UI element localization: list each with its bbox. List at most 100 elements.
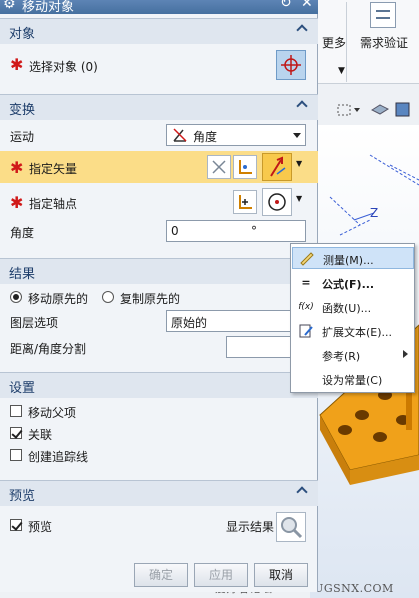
point-dialog-button[interactable] — [233, 190, 257, 214]
menu-item-function[interactable]: f(x) 函数(U)... — [292, 296, 414, 318]
result-section-title: 结果 — [9, 267, 36, 282]
menu-item-label: 设为常量(C) — [322, 374, 383, 387]
plate-hole — [373, 432, 387, 442]
collapse-chevron-icon[interactable] — [297, 486, 307, 496]
move-parent-row[interactable]: 移动父项 — [0, 402, 318, 422]
vector-options-arrow-icon[interactable]: ▼ — [296, 159, 302, 168]
shade-icon[interactable] — [370, 104, 390, 115]
reverse-direction-icon — [212, 160, 226, 174]
inferred-point-button[interactable] — [262, 188, 292, 216]
preview-section-header[interactable]: 预览 — [0, 480, 318, 506]
object-section-title: 对象 — [9, 27, 36, 42]
csys-axis-line — [339, 219, 371, 236]
associative-label[interactable]: 关联 — [28, 426, 52, 443]
select-object-row[interactable]: ✱ 选择对象 (0) — [0, 48, 318, 82]
close-icon[interactable]: ✕ — [301, 0, 313, 11]
reverse-direction-button[interactable] — [207, 155, 231, 179]
toolbar-caret-icon[interactable] — [354, 108, 360, 112]
transform-section-title: 变换 — [9, 103, 36, 118]
cancel-button[interactable]: 取消 — [254, 563, 308, 587]
angle-value: 0 — [171, 224, 179, 238]
result-options-row: 移动原先的 复制原先的 — [0, 288, 318, 308]
copy-original-label[interactable]: 复制原先的 — [120, 290, 180, 307]
create-trace-row[interactable]: 创建追踪线 — [0, 446, 318, 466]
view-toolbar-icons — [337, 102, 410, 117]
apply-button[interactable]: 应用 — [194, 563, 248, 587]
csys-axis-line — [329, 196, 361, 226]
angle-row: 角度 0 ° — [0, 220, 318, 244]
z-axis-label: Z — [370, 206, 378, 220]
select-object-button[interactable] — [276, 50, 306, 80]
motion-label: 运动 — [10, 130, 35, 144]
required-asterisk-icon: ✱ — [10, 55, 24, 74]
menu-item-formula[interactable]: = 公式(F)... — [292, 272, 414, 294]
settings-section-header[interactable]: 设置 — [0, 372, 318, 398]
menu-item-label: 扩展文本(E)... — [322, 326, 393, 339]
layer-option-dropdown[interactable]: 原始的 — [166, 310, 292, 332]
specify-vector-row[interactable]: ✱ 指定矢量 ▼ — [0, 151, 318, 183]
transform-section-header[interactable]: 变换 — [0, 94, 318, 120]
create-trace-checkbox[interactable] — [10, 449, 22, 461]
move-parent-checkbox[interactable] — [10, 405, 22, 417]
inferred-vector-button[interactable] — [262, 153, 292, 181]
plate-hole — [355, 410, 369, 420]
ribbon-verify-label[interactable]: 需求验证 — [360, 34, 408, 51]
inferred-point-icon — [268, 193, 286, 211]
menu-item-reference[interactable]: 参考(R) — [292, 344, 414, 366]
move-parent-label[interactable]: 移动父项 — [28, 404, 76, 421]
requirement-verify-icon[interactable] — [370, 2, 396, 28]
menu-item-extended-text[interactable]: 扩展文本(E)... — [292, 320, 414, 342]
required-asterisk-icon: ✱ — [10, 158, 24, 177]
move-original-radio[interactable] — [10, 291, 22, 303]
ribbon-more-label[interactable]: 更多 — [322, 34, 346, 51]
transform-section: 变换 运动 角度 ✱ 指定矢量 ▼ ✱ 指定轴点 ▼ 角度 0 ° — [0, 94, 318, 254]
collapse-chevron-icon[interactable] — [297, 24, 307, 34]
menu-item-label: 公式(F)... — [322, 278, 375, 291]
preview-label[interactable]: 预览 — [28, 518, 52, 535]
edit-text-icon — [298, 323, 314, 339]
result-section-header[interactable]: 结果 — [0, 258, 318, 284]
dropdown-arrow-icon — [293, 133, 301, 138]
angle-input[interactable]: 0 ° — [166, 220, 306, 242]
ribbon-dropdown-arrow-icon[interactable]: ▼ — [338, 66, 345, 76]
angle-label: 角度 — [10, 226, 35, 240]
associative-row[interactable]: 关联 — [0, 424, 318, 444]
distance-angle-input[interactable] — [226, 336, 292, 358]
collapse-chevron-icon[interactable] — [297, 100, 307, 110]
layer-option-label: 图层选项 — [10, 316, 59, 330]
menu-item-set-constant[interactable]: 设为常量(C) — [292, 368, 414, 390]
motion-value: 角度 — [193, 130, 218, 144]
preview-checkbox[interactable] — [10, 519, 22, 531]
distance-angle-label: 距离/角度分割 — [10, 342, 87, 356]
cube-view-icon[interactable] — [395, 102, 410, 117]
ok-button[interactable]: 确定 — [134, 563, 188, 587]
specify-axis-point-row[interactable]: ✱ 指定轴点 ▼ — [0, 186, 318, 218]
show-result-button[interactable] — [276, 512, 306, 542]
object-section-header[interactable]: 对象 — [0, 18, 318, 44]
point-options-arrow-icon[interactable]: ▼ — [296, 194, 302, 203]
associative-checkbox[interactable] — [10, 427, 22, 439]
vector-dialog-button[interactable] — [233, 155, 257, 179]
required-asterisk-icon: ✱ — [10, 193, 24, 212]
dialog-title: 移动对象 — [22, 0, 75, 14]
function-icon: f(x) — [298, 302, 314, 312]
preview-section: 预览 预览 显示结果 — [0, 480, 318, 550]
select-object-label: 选择对象 (0) — [29, 60, 98, 74]
create-trace-label[interactable]: 创建追踪线 — [28, 448, 88, 465]
result-section: 结果 移动原先的 复制原先的 图层选项 原始的 距离/角度分割 — [0, 258, 318, 368]
magnifier-icon — [281, 517, 303, 539]
point-dialog-icon — [239, 195, 252, 209]
gear-icon[interactable]: ⚙ — [3, 0, 16, 12]
motion-row: 运动 角度 — [0, 124, 318, 148]
menu-item-measure[interactable]: 测量(M)... — [292, 247, 414, 269]
move-original-label[interactable]: 移动原先的 — [28, 290, 88, 307]
copy-original-radio[interactable] — [102, 291, 114, 303]
dialog-title-bar[interactable]: ⚙ 移动对象 ↻ ✕ — [0, 0, 318, 14]
reset-icon[interactable]: ↻ — [280, 0, 292, 11]
preview-section-title: 预览 — [9, 489, 36, 504]
specify-axis-point-label: 指定轴点 — [29, 197, 78, 211]
selection-box-icon[interactable] — [337, 104, 351, 116]
menu-item-label: 测量(M)... — [323, 254, 374, 267]
motion-dropdown[interactable]: 角度 — [166, 124, 306, 146]
csys-axis-line — [369, 154, 419, 186]
